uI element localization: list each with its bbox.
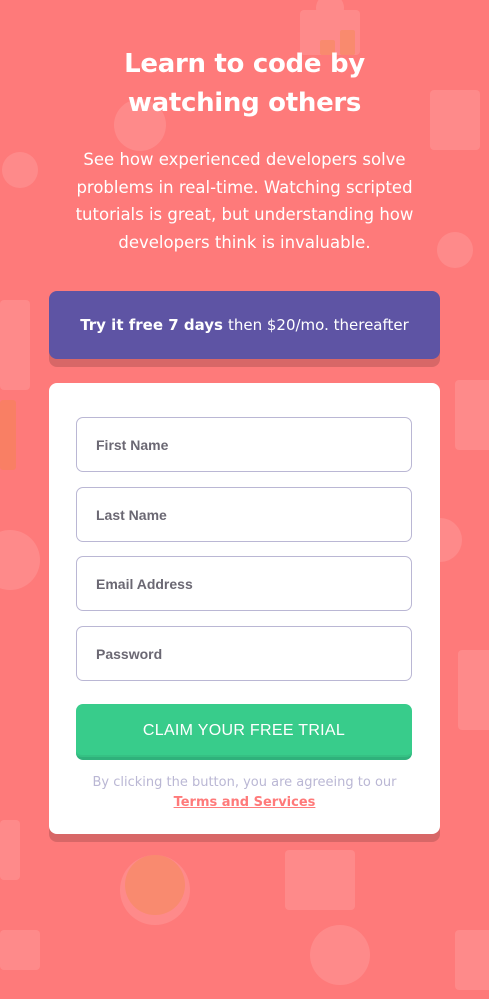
free-trial-highlight: Try it free 7 days bbox=[80, 316, 223, 334]
terms-notice-text: By clicking the button, you are agreeing… bbox=[92, 775, 397, 790]
password-input[interactable] bbox=[76, 626, 412, 681]
hero-description-line: tutorials is great, but understanding ho… bbox=[75, 205, 414, 224]
free-trial-banner: Try it free 7 days then $20/mo. thereaft… bbox=[49, 291, 440, 359]
free-trial-price: then $20/mo. thereafter bbox=[227, 316, 409, 334]
claim-free-trial-button[interactable]: CLAIM YOUR FREE TRIAL bbox=[76, 704, 412, 760]
hero-title: Learn to code by watching others bbox=[0, 45, 489, 123]
hero-description-line: problems in real-time. Watching scripted bbox=[76, 177, 413, 197]
hero-description-line: See how experienced developers solve bbox=[83, 150, 406, 169]
signup-form: CLAIM YOUR FREE TRIAL By clicking the bu… bbox=[49, 383, 440, 834]
first-name-input[interactable] bbox=[76, 417, 412, 472]
terms-notice: By clicking the button, you are agreeing… bbox=[49, 773, 440, 813]
hero-description-line: developers think is invaluable. bbox=[118, 232, 371, 252]
hero-description: See how experienced developers solve pro… bbox=[52, 146, 437, 256]
last-name-input[interactable] bbox=[76, 487, 412, 542]
hero-title-line: watching others bbox=[127, 88, 362, 118]
terms-and-services-link[interactable]: Terms and Services bbox=[49, 793, 440, 813]
email-input[interactable] bbox=[76, 556, 412, 611]
hero-title-line: Learn to code by bbox=[124, 49, 365, 79]
